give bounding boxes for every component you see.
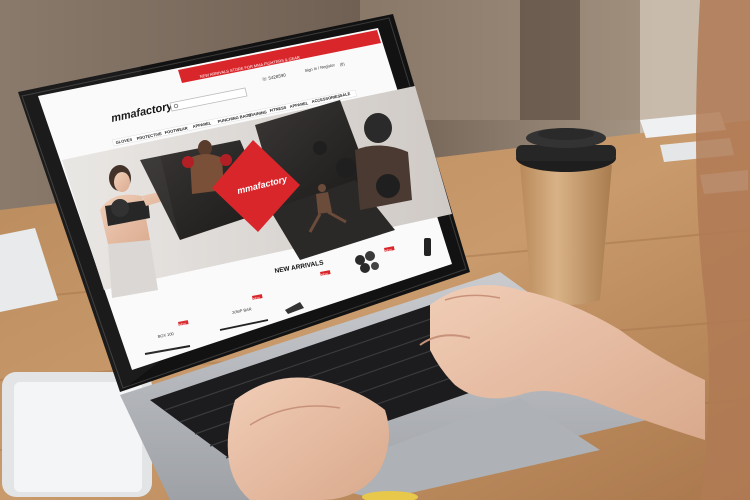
- coffee-cup: [516, 128, 616, 305]
- product-image: [424, 238, 431, 256]
- photo-scene: NEW ARRIVALS STORE FOR MMA FIGHTERS & GE…: [0, 0, 750, 500]
- chair-shape: [520, 0, 580, 120]
